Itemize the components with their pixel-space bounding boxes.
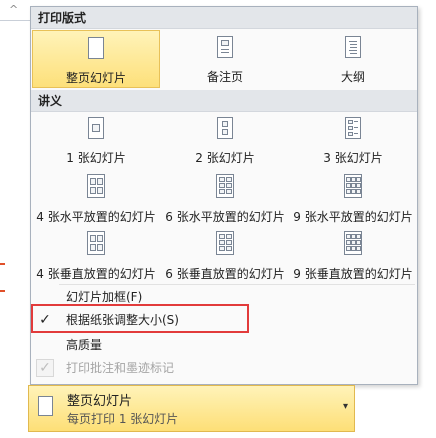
option-label: 高质量 [66,338,103,352]
full-page-slide-icon [38,396,53,416]
section-header-handouts: 讲义 [31,90,417,112]
background-mark [0,290,5,292]
handout-label: 9 张垂直放置的幻灯片 [293,267,413,281]
handout-label: 6 张垂直放置的幻灯片 [165,267,285,281]
handout-9-horizontal[interactable]: 9 张水平放置的幻灯片 [289,170,417,226]
option-print-comments-and-ink: ✓ 打印批注和墨迹标记 [32,357,416,379]
handout-2-slides[interactable]: 2 张幻灯片 [161,113,289,169]
print-layout-menu: 打印版式 整页幻灯片 备注页 大纲 讲义 1 张幻灯片 2 张幻灯片 3 张幻灯… [30,6,418,385]
outline-icon [345,36,361,58]
layout-label: 备注页 [206,70,243,84]
handout-label: 2 张幻灯片 [195,151,255,165]
handout-3-slides[interactable]: 3 张幻灯片 [289,113,417,169]
background-strip: ^ [0,0,30,438]
handout-4-vertical-icon [87,231,105,255]
handout-4-vertical[interactable]: 4 张垂直放置的幻灯片 [32,227,160,283]
handout-1-slide[interactable]: 1 张幻灯片 [32,113,160,169]
annotation-highlight-box [31,304,249,333]
print-layout-dropdown[interactable]: 整页幻灯片 每页打印 1 张幻灯片 ▾ [28,385,355,432]
option-high-quality[interactable]: 高质量 [32,334,416,356]
layout-full-page-slide[interactable]: 整页幻灯片 [32,30,160,88]
handout-label: 4 张垂直放置的幻灯片 [36,267,156,281]
handout-label: 9 张水平放置的幻灯片 [293,210,413,224]
handout-9-vertical-icon [344,231,362,255]
handout-label: 3 张幻灯片 [323,151,383,165]
layout-notes-page[interactable]: 备注页 [161,30,289,88]
full-page-slide-icon [88,37,104,59]
menu-separator [59,284,415,285]
handout-6-horizontal-icon [216,174,234,198]
handout-label: 1 张幻灯片 [66,151,126,165]
dropdown-title: 整页幻灯片 [67,394,133,409]
handout-6-vertical-icon [216,231,234,255]
handout-4-horizontal[interactable]: 4 张水平放置的幻灯片 [32,170,160,226]
dropdown-arrow-icon[interactable]: ▾ [343,401,348,412]
handout-2-slides-icon [217,117,233,139]
handout-9-vertical[interactable]: 9 张垂直放置的幻灯片 [289,227,417,283]
handout-6-horizontal[interactable]: 6 张水平放置的幻灯片 [161,170,289,226]
collapse-chevron-icon[interactable]: ^ [9,3,18,16]
dropdown-subtitle: 每页打印 1 张幻灯片 [67,412,179,426]
handout-label: 4 张水平放置的幻灯片 [36,210,156,224]
checkmark-icon: ✓ [36,359,54,377]
notes-page-icon [217,36,233,58]
handout-9-horizontal-icon [344,174,362,198]
layout-label: 整页幻灯片 [65,71,126,85]
handout-label: 6 张水平放置的幻灯片 [165,210,285,224]
handout-4-horizontal-icon [87,174,105,198]
handout-1-slide-icon [88,117,104,139]
background-mark [0,263,5,265]
section-header-print-layout: 打印版式 [31,7,417,29]
background-tab: ^ [0,0,30,21]
layout-label: 大纲 [340,70,365,84]
layout-outline[interactable]: 大纲 [289,30,417,88]
handout-6-vertical[interactable]: 6 张垂直放置的幻灯片 [161,227,289,283]
option-label: 打印批注和墨迹标记 [66,361,175,375]
handout-3-slides-icon [345,117,361,139]
option-label: 幻灯片加框(F) [66,290,143,304]
